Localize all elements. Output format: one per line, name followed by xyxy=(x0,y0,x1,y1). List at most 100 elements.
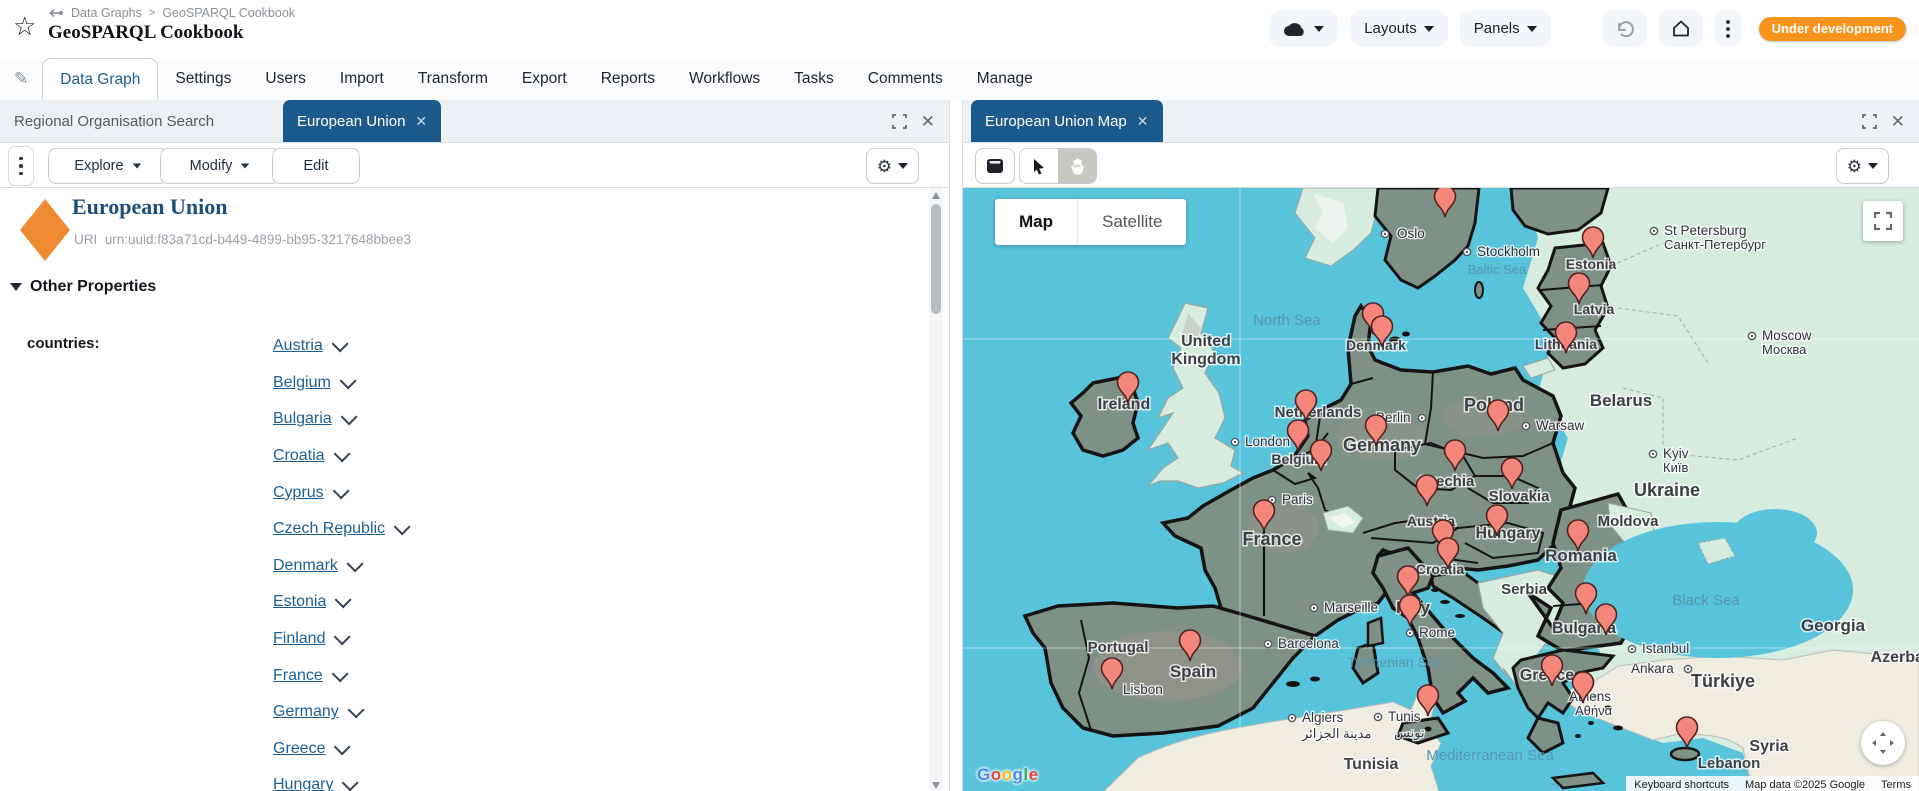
country-link-belgium[interactable]: Belgium xyxy=(273,374,331,392)
chevron-down-icon[interactable] xyxy=(393,518,411,536)
pan-arrows-icon xyxy=(1872,732,1894,754)
close-tab-icon[interactable]: ✕ xyxy=(1137,113,1149,130)
country-link-austria[interactable]: Austria xyxy=(273,337,323,355)
country-link-croatia[interactable]: Croatia xyxy=(273,447,325,465)
close-panel-icon[interactable]: ✕ xyxy=(921,113,935,130)
google-map[interactable]: North Sea Baltic Sea Black Sea Mediterranea… xyxy=(963,188,1919,791)
edit-button[interactable]: Edit xyxy=(272,148,360,184)
map-fullscreen-button[interactable] xyxy=(1863,201,1903,241)
close-panel-icon[interactable]: ✕ xyxy=(1891,113,1905,130)
more-options-button[interactable] xyxy=(1714,11,1741,46)
map-layers-button[interactable] xyxy=(975,148,1015,184)
city-dot-center xyxy=(1383,232,1387,236)
edit-pencil-icon[interactable]: ✎ xyxy=(14,69,28,89)
country-link-cyprus[interactable]: Cyprus xyxy=(273,484,324,502)
tab-label: European Union xyxy=(297,112,406,130)
chevron-down-icon[interactable] xyxy=(346,555,364,573)
tab-import[interactable]: Import xyxy=(323,58,401,100)
explore-button[interactable]: Explore xyxy=(48,148,168,184)
modify-label: Modify xyxy=(189,158,233,174)
expand-panel-icon[interactable] xyxy=(891,113,907,129)
chevron-down-icon[interactable] xyxy=(347,701,365,719)
fullscreen-icon xyxy=(1874,212,1892,230)
pan-hand-button[interactable] xyxy=(1058,149,1096,183)
tab-reports[interactable]: Reports xyxy=(584,58,672,100)
country-link-estonia[interactable]: Estonia xyxy=(273,593,326,611)
modify-button[interactable]: Modify xyxy=(160,148,280,184)
favorite-star-icon[interactable]: ☆ xyxy=(13,13,36,39)
country-link-hungary[interactable]: Hungary xyxy=(273,776,333,791)
country-link-france[interactable]: France xyxy=(273,667,323,685)
map-settings-button[interactable]: ⚙ xyxy=(1835,148,1889,184)
layouts-button[interactable]: Layouts xyxy=(1350,11,1448,46)
chevron-down-icon xyxy=(1526,25,1537,32)
close-tab-icon[interactable]: ✕ xyxy=(415,113,427,130)
map-type-map-button[interactable]: Map xyxy=(995,199,1077,245)
tab-regional-organisation-search[interactable]: Regional Organisation Search xyxy=(14,100,214,142)
panel-settings-button[interactable]: ⚙ xyxy=(865,148,920,184)
corsica xyxy=(1366,616,1385,648)
chevron-down-icon[interactable] xyxy=(334,738,352,756)
city-label-istanbul: Istanbul xyxy=(1642,641,1689,656)
expand-panel-icon[interactable] xyxy=(1861,113,1877,129)
tab-data-graph[interactable]: Data Graph xyxy=(42,58,159,101)
breadcrumb[interactable]: Data Graphs > GeoSPARQL Cookbook xyxy=(48,6,295,20)
country-link-czech-republic[interactable]: Czech Republic xyxy=(273,520,385,538)
breadcrumb-current[interactable]: GeoSPARQL Cookbook xyxy=(162,6,295,20)
tab-european-union-map[interactable]: European Union Map ✕ xyxy=(971,100,1163,142)
chevron-down-icon[interactable] xyxy=(333,445,351,463)
other-properties-section-toggle[interactable]: Other Properties xyxy=(10,278,156,296)
country-link-greece[interactable]: Greece xyxy=(273,740,325,758)
chevron-down-icon[interactable] xyxy=(342,774,360,791)
chevron-down-icon[interactable] xyxy=(331,335,349,353)
flow-back-icon xyxy=(49,8,63,18)
kebab-menu-icon xyxy=(1725,19,1730,38)
tab-tasks[interactable]: Tasks xyxy=(777,58,851,100)
select-cursor-button[interactable] xyxy=(1020,149,1058,183)
panels-button[interactable]: Panels xyxy=(1459,11,1551,46)
azov-sea xyxy=(1733,509,1817,557)
cloud-menu-button[interactable] xyxy=(1269,11,1339,46)
tab-users[interactable]: Users xyxy=(248,58,322,100)
city-label-oslo: Oslo xyxy=(1397,226,1425,241)
city-label-algiers: Algiers xyxy=(1302,710,1344,725)
map-type-satellite-button[interactable]: Satellite xyxy=(1077,199,1186,245)
country-link-bulgaria[interactable]: Bulgaria xyxy=(273,410,332,428)
chevron-down-icon[interactable] xyxy=(334,628,352,646)
map-pan-button[interactable] xyxy=(1861,721,1905,765)
scroll-down-arrow[interactable] xyxy=(932,782,941,789)
city-dot-center xyxy=(1233,440,1237,444)
country-label-germany: Germany xyxy=(1343,435,1421,455)
panel-divider[interactable] xyxy=(950,100,962,791)
breadcrumb-root[interactable]: Data Graphs xyxy=(71,6,142,20)
tab-transform[interactable]: Transform xyxy=(401,58,505,100)
city-label-stockholm: Stockholm xyxy=(1477,244,1540,259)
country-label-croatia: Croatia xyxy=(1416,561,1464,577)
chevron-down-icon[interactable] xyxy=(339,372,357,390)
home-button[interactable] xyxy=(1658,11,1703,46)
scroll-up-arrow[interactable] xyxy=(932,192,941,199)
terms-link[interactable]: Terms xyxy=(1881,779,1911,791)
scrollbar-thumb[interactable] xyxy=(931,204,942,314)
tab-export[interactable]: Export xyxy=(505,58,584,100)
undo-button[interactable] xyxy=(1602,11,1647,46)
vertical-scrollbar[interactable] xyxy=(929,188,944,791)
chevron-down-icon[interactable] xyxy=(335,591,352,609)
tab-manage[interactable]: Manage xyxy=(960,58,1050,100)
keyboard-shortcuts-link[interactable]: Keyboard shortcuts xyxy=(1634,779,1729,791)
country-label-georgia: Georgia xyxy=(1801,616,1866,635)
tab-comments[interactable]: Comments xyxy=(851,58,960,100)
map-data-text: Map data ©2025 Google xyxy=(1745,778,1866,791)
tab-workflows[interactable]: Workflows xyxy=(672,58,777,100)
tab-european-union[interactable]: European Union ✕ xyxy=(283,100,442,142)
country-link-finland[interactable]: Finland xyxy=(273,630,325,648)
country-link-denmark[interactable]: Denmark xyxy=(273,557,338,575)
country-link-germany[interactable]: Germany xyxy=(273,703,339,721)
chevron-down-icon[interactable] xyxy=(331,665,349,683)
tab-settings[interactable]: Settings xyxy=(158,58,248,100)
chevron-down-icon[interactable] xyxy=(332,482,350,500)
google-logo[interactable]: Google xyxy=(977,765,1039,785)
panel-kebab-button[interactable] xyxy=(8,146,34,186)
chevron-down-icon[interactable] xyxy=(340,408,358,426)
map-canvas[interactable]: North Sea Baltic Sea Black Sea Mediterranea… xyxy=(963,188,1919,791)
